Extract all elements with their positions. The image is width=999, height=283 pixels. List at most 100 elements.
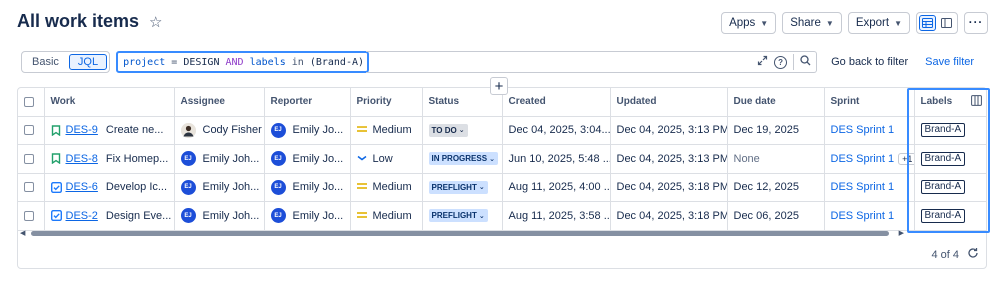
expand-icon[interactable] — [757, 55, 768, 69]
work-cell: DES-2 Design Eve... — [44, 201, 175, 231]
sprint-link[interactable]: DES Sprint 1 — [831, 124, 895, 136]
work-item-summary[interactable]: Design Eve... — [106, 210, 171, 222]
star-icon[interactable]: ☆ — [149, 13, 162, 31]
column-header-updated[interactable]: Updated — [610, 88, 728, 117]
select-all-cell — [18, 88, 45, 117]
assignee-cell[interactable]: EJ Emily Joh... — [174, 201, 265, 231]
chevron-down-icon: ▼ — [825, 18, 834, 28]
jql-mode-tab[interactable]: JQL — [68, 54, 108, 70]
sprint-cell: DES Sprint 1 +1 — [824, 144, 915, 174]
row-checkbox[interactable] — [24, 210, 34, 221]
page-title: All work items — [17, 11, 140, 31]
reporter-name: Emily Jo... — [292, 152, 344, 165]
work-item-key-link[interactable]: DES-9 — [66, 124, 98, 136]
due-date-cell[interactable]: Dec 19, 2025 — [727, 116, 825, 145]
list-view-icon[interactable] — [919, 15, 936, 31]
priority-cell[interactable]: Medium — [350, 116, 423, 145]
assignee-cell[interactable]: Cody Fisher — [174, 116, 265, 145]
work-item-key-link[interactable]: DES-8 — [66, 153, 98, 165]
row-checkbox[interactable] — [24, 182, 34, 193]
sprint-link[interactable]: DES Sprint 1 — [831, 181, 895, 193]
labels-cell: Brand-A — [914, 144, 986, 174]
label-tag[interactable]: Brand-A — [920, 180, 966, 195]
horizontal-scrollbar[interactable]: ◀ ▶ — [17, 230, 907, 237]
apps-button[interactable]: Apps ▼ — [721, 12, 777, 34]
due-date-cell[interactable]: Dec 12, 2025 — [727, 173, 825, 202]
column-header-reporter[interactable]: Reporter — [264, 88, 351, 117]
label-tag[interactable]: Brand-A — [920, 123, 966, 138]
reporter-cell[interactable]: EJ Emily Jo... — [264, 144, 351, 174]
table-row[interactable]: DES-9 Create ne... Cody Fisher EJ Emily Jo..… — [18, 116, 986, 145]
reporter-cell[interactable]: EJ Emily Jo... — [264, 116, 351, 145]
assignee-name: Emily Joh... — [202, 181, 260, 194]
row-checkbox[interactable] — [24, 153, 34, 164]
table-row[interactable]: DES-8 Fix Homep... EJ Emily Joh... EJ Emily J… — [18, 144, 986, 174]
status-badge[interactable]: PREFLIGHT ⌄ — [428, 180, 488, 194]
avatar: EJ — [180, 151, 196, 167]
status-cell: PREFLIGHT ⌄ — [422, 201, 503, 231]
priority-cell[interactable]: Low — [350, 144, 423, 174]
priority-label: Medium — [372, 209, 412, 222]
share-button[interactable]: Share ▼ — [782, 12, 842, 34]
more-sprints-badge[interactable]: +1 — [898, 152, 913, 165]
search-icon[interactable] — [800, 55, 811, 69]
add-column-icon[interactable]: + — [490, 77, 508, 95]
column-header-labels-cell[interactable]: Labels — [914, 88, 986, 117]
assignee-cell[interactable]: EJ Emily Joh... — [174, 144, 265, 174]
story-icon — [51, 125, 61, 137]
export-button[interactable]: Export ▼ — [847, 12, 910, 34]
select-all-checkbox[interactable] — [24, 96, 34, 107]
column-header-sprint[interactable]: Sprint — [824, 88, 915, 117]
label-tag[interactable]: Brand-A — [920, 208, 966, 223]
save-filter-button[interactable]: Save filter — [925, 56, 974, 68]
work-item-key-link[interactable]: DES-6 — [66, 181, 98, 193]
detail-view-icon[interactable] — [938, 15, 955, 31]
sprint-link[interactable]: DES Sprint 1 — [831, 210, 895, 222]
jql-input-actions: ? — [366, 51, 818, 73]
work-item-summary[interactable]: Create ne... — [106, 124, 163, 136]
go-back-to-filter-button[interactable]: Go back to filter — [831, 56, 908, 68]
priority-cell[interactable]: Medium — [350, 201, 423, 231]
sprint-link[interactable]: DES Sprint 1 — [831, 153, 895, 165]
help-icon[interactable]: ? — [774, 55, 788, 69]
jql-token: (Brand-A) — [309, 56, 365, 68]
jql-input[interactable]: project = DESIGN AND labels in (Brand-A) — [116, 51, 370, 73]
due-date-cell[interactable]: None — [727, 144, 825, 174]
column-header-work[interactable]: Work — [44, 88, 175, 117]
story-icon — [51, 153, 61, 165]
work-item-summary[interactable]: Develop Ic... — [106, 181, 167, 193]
scroll-left-icon[interactable]: ◀ — [20, 229, 25, 237]
column-header-assignee[interactable]: Assignee — [174, 88, 265, 117]
row-select-cell — [18, 116, 45, 145]
created-cell: Jun 10, 2025, 5:48 ... — [502, 144, 611, 174]
row-checkbox[interactable] — [24, 125, 34, 136]
reporter-cell[interactable]: EJ Emily Jo... — [264, 201, 351, 231]
divider — [793, 54, 795, 70]
status-badge[interactable]: TO DO ⌄ — [428, 123, 468, 137]
column-settings-icon[interactable] — [970, 94, 982, 109]
reporter-cell[interactable]: EJ Emily Jo... — [264, 173, 351, 202]
basic-mode-tab[interactable]: Basic — [24, 54, 67, 70]
column-header-due-date[interactable]: Due date — [727, 88, 825, 117]
refresh-icon[interactable] — [967, 247, 979, 262]
work-item-summary[interactable]: Fix Homep... — [106, 153, 168, 165]
table-footer: 4 of 4 — [931, 247, 979, 262]
priority-cell[interactable]: Medium — [350, 173, 423, 202]
labels-cell: Brand-A — [914, 201, 986, 231]
status-cell: TO DO ⌄ — [422, 116, 503, 145]
scroll-right-icon[interactable]: ▶ — [899, 229, 904, 237]
table-row[interactable]: DES-2 Design Eve... EJ Emily Joh... EJ Emily … — [18, 201, 986, 231]
status-badge[interactable]: PREFLIGHT ⌄ — [428, 209, 488, 223]
column-header-priority[interactable]: Priority — [350, 88, 423, 117]
more-actions-button[interactable]: ··· — [964, 12, 988, 34]
table-row[interactable]: DES-6 Develop Ic... EJ Emily Joh... EJ Emily … — [18, 173, 986, 202]
column-header-created[interactable]: Created — [502, 88, 611, 117]
due-date-cell[interactable]: Dec 06, 2025 — [727, 201, 825, 231]
top-actions: Apps ▼ Share ▼ Export ▼ ··· — [721, 12, 988, 34]
scrollbar-thumb[interactable] — [31, 231, 889, 236]
assignee-cell[interactable]: EJ Emily Joh... — [174, 173, 265, 202]
label-tag[interactable]: Brand-A — [920, 151, 966, 166]
status-badge[interactable]: IN PROGRESS ⌄ — [428, 152, 498, 166]
avatar: EJ — [180, 208, 196, 224]
work-item-key-link[interactable]: DES-2 — [66, 210, 98, 222]
